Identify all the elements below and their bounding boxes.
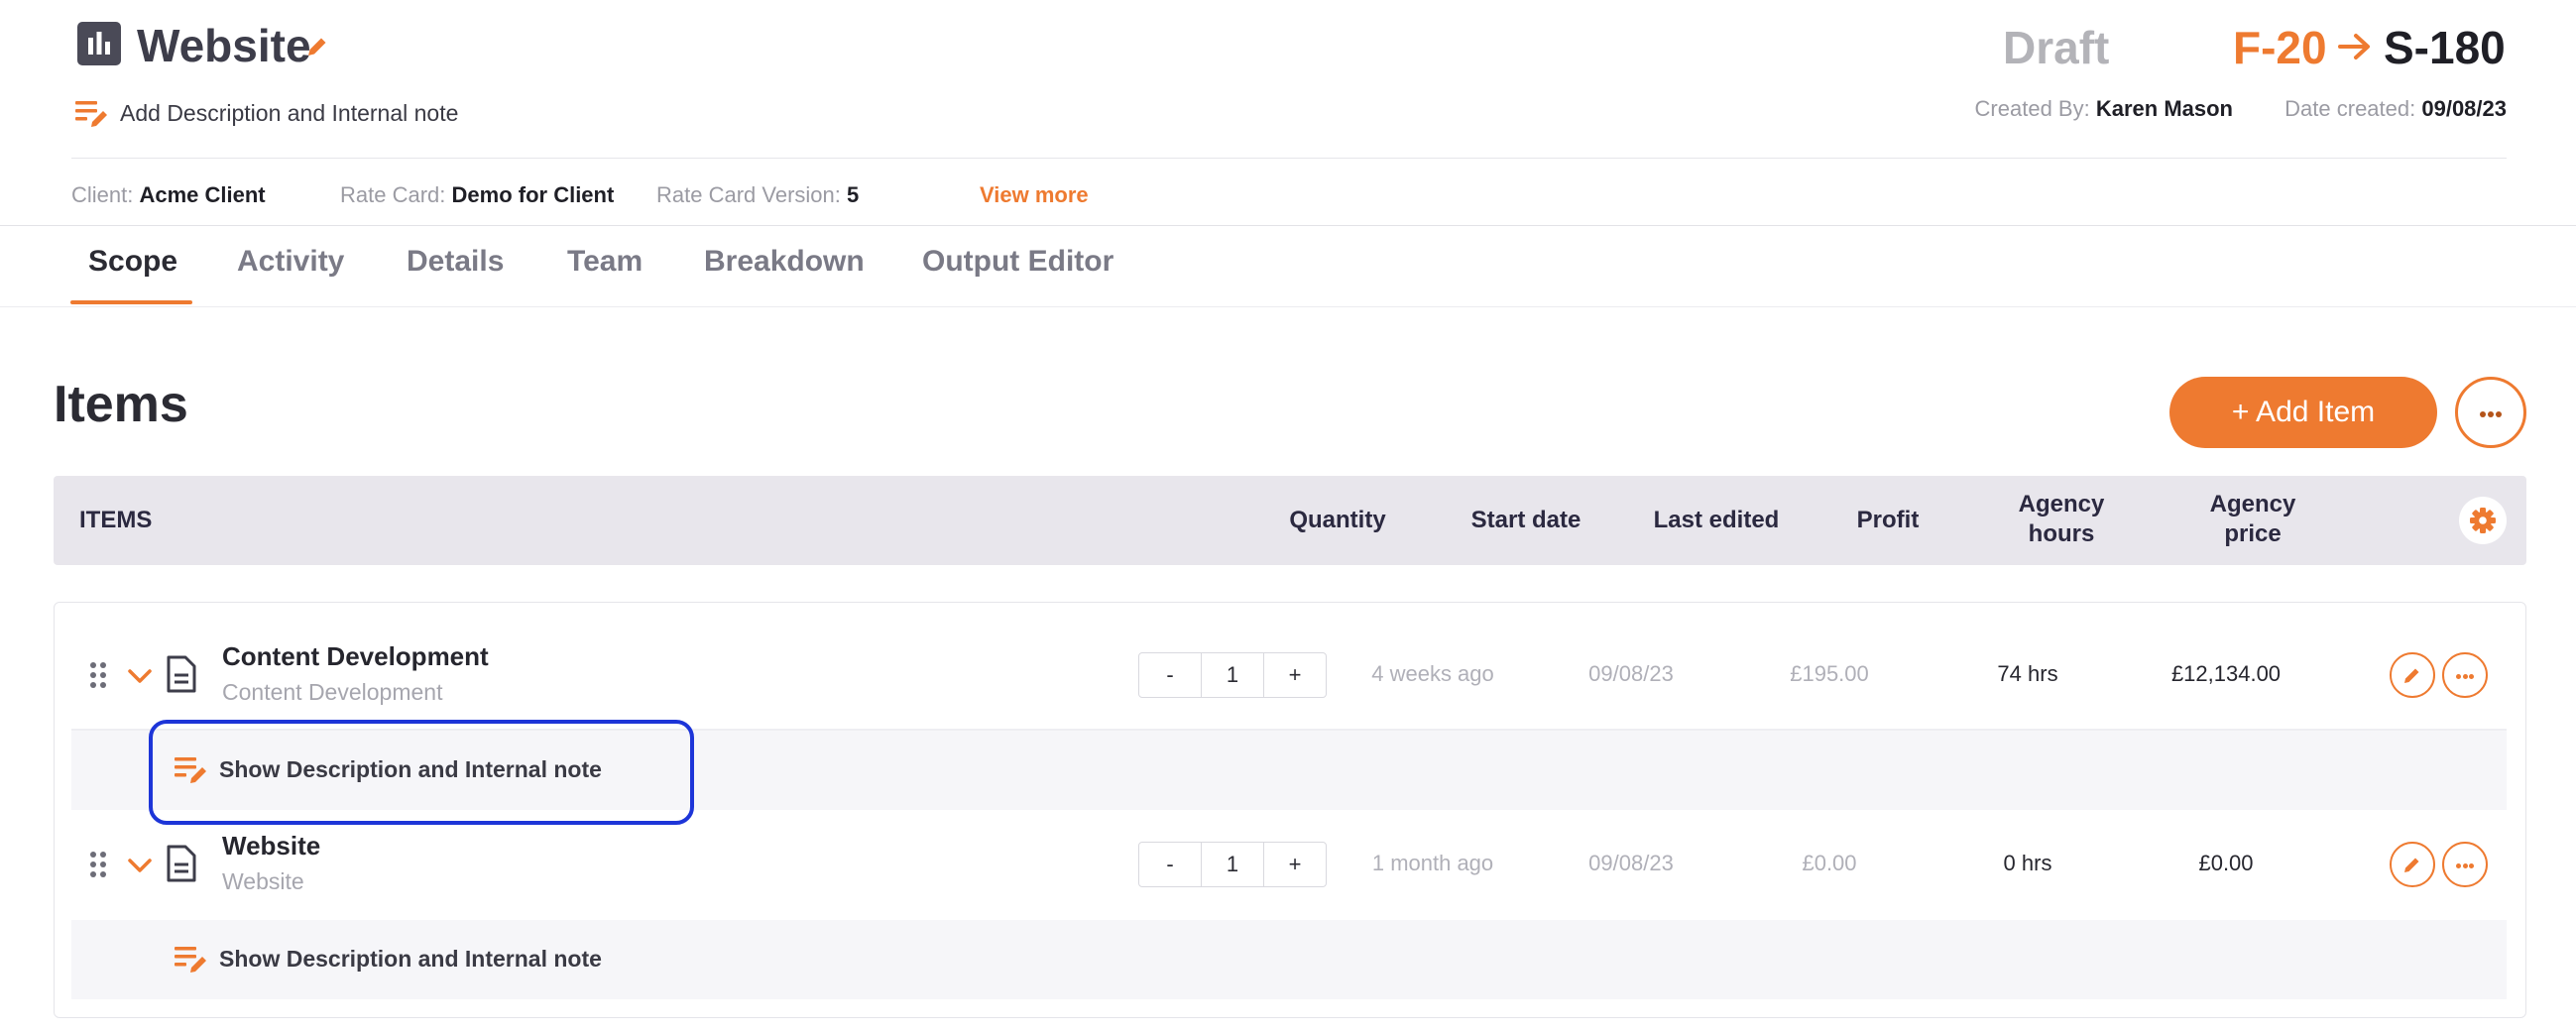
start-date: 4 weeks ago [1371, 661, 1494, 686]
client-info: Client: Acme Client [71, 182, 266, 207]
note-edit-icon [175, 943, 210, 975]
start-date: 1 month ago [1371, 851, 1494, 875]
divider [71, 158, 2507, 159]
decrement-button[interactable]: - [1139, 843, 1201, 886]
divider [0, 306, 2576, 307]
edit-item-button[interactable] [2390, 842, 2435, 887]
created-by: Created By: Karen Mason [1974, 96, 2233, 121]
active-tab-indicator [70, 300, 192, 304]
agency-hours: 74 hrs [1997, 661, 2058, 686]
quantity-stepper: - 1 + [1138, 652, 1327, 698]
quantity-stepper: - 1 + [1138, 842, 1327, 887]
chevron-down-icon[interactable] [127, 857, 153, 874]
id-from: F-20 [2233, 22, 2327, 73]
id-to: S-180 [2384, 22, 2506, 73]
agency-price: £0.00 [2198, 851, 2254, 875]
bar-chart-icon [77, 22, 121, 65]
increment-button[interactable]: + [1264, 843, 1326, 886]
profit: £0.00 [1802, 851, 1857, 875]
tab-output-editor[interactable]: Output Editor [922, 242, 1113, 282]
last-edited: 09/08/23 [1588, 851, 1674, 875]
col-agency-price: Agency price [2209, 491, 2296, 547]
gear-icon[interactable] [2459, 497, 2507, 544]
item-subtitle: Website [222, 868, 304, 894]
add-description-link[interactable]: Add Description and Internal note [120, 98, 458, 128]
status-badge: Draft [2003, 22, 2110, 73]
pencil-icon[interactable] [304, 34, 330, 59]
divider [0, 225, 2576, 226]
rate-card-info: Rate Card: Demo for Client [340, 182, 615, 207]
tab-scope[interactable]: Scope [88, 242, 177, 282]
more-icon[interactable] [2455, 377, 2526, 448]
tab-details[interactable]: Details [407, 242, 504, 282]
document-icon [167, 655, 196, 693]
items-table-header: ITEMS Quantity Start date Last edited Pr… [54, 476, 2526, 565]
item-subtitle: Content Development [222, 679, 443, 705]
note-edit-icon [75, 97, 111, 129]
item-title: Content Development [222, 641, 489, 671]
item-title: Website [222, 831, 321, 861]
tab-team[interactable]: Team [567, 242, 643, 282]
col-agency-hours: Agency hours [2018, 491, 2105, 547]
drag-handle-icon[interactable] [90, 852, 110, 879]
agency-price: £12,134.00 [2170, 661, 2282, 686]
item-more-button[interactable] [2442, 842, 2488, 887]
edit-item-button[interactable] [2390, 652, 2435, 698]
document-icon [167, 845, 196, 882]
last-edited: 09/08/23 [1588, 661, 1674, 686]
pencil-icon [2404, 858, 2419, 872]
add-item-button[interactable]: + Add Item [2169, 377, 2437, 448]
view-more-link[interactable]: View more [980, 180, 1089, 210]
decrement-button[interactable]: - [1139, 653, 1201, 697]
focus-highlight [149, 720, 694, 825]
quantity-input[interactable]: 1 [1201, 653, 1264, 697]
quantity-input[interactable]: 1 [1201, 843, 1264, 886]
tab-activity[interactable]: Activity [237, 242, 344, 282]
col-items: ITEMS [79, 507, 153, 533]
profit: £195.00 [1790, 661, 1869, 686]
date-created: Date created: 09/08/23 [2284, 96, 2507, 121]
show-description-link[interactable]: Show Description and Internal note [219, 944, 602, 974]
chevron-down-icon[interactable] [127, 667, 153, 685]
agency-hours: 0 hrs [2003, 851, 2052, 875]
tab-breakdown[interactable]: Breakdown [704, 242, 865, 282]
items-heading: Items [54, 376, 188, 433]
arrow-right-icon [2337, 30, 2373, 63]
increment-button[interactable]: + [1264, 653, 1326, 697]
page-title: Website [137, 20, 311, 71]
pencil-icon [2404, 668, 2419, 683]
rate-card-version-info: Rate Card Version: 5 [656, 182, 860, 207]
drag-handle-icon[interactable] [90, 662, 110, 690]
item-more-button[interactable] [2442, 652, 2488, 698]
